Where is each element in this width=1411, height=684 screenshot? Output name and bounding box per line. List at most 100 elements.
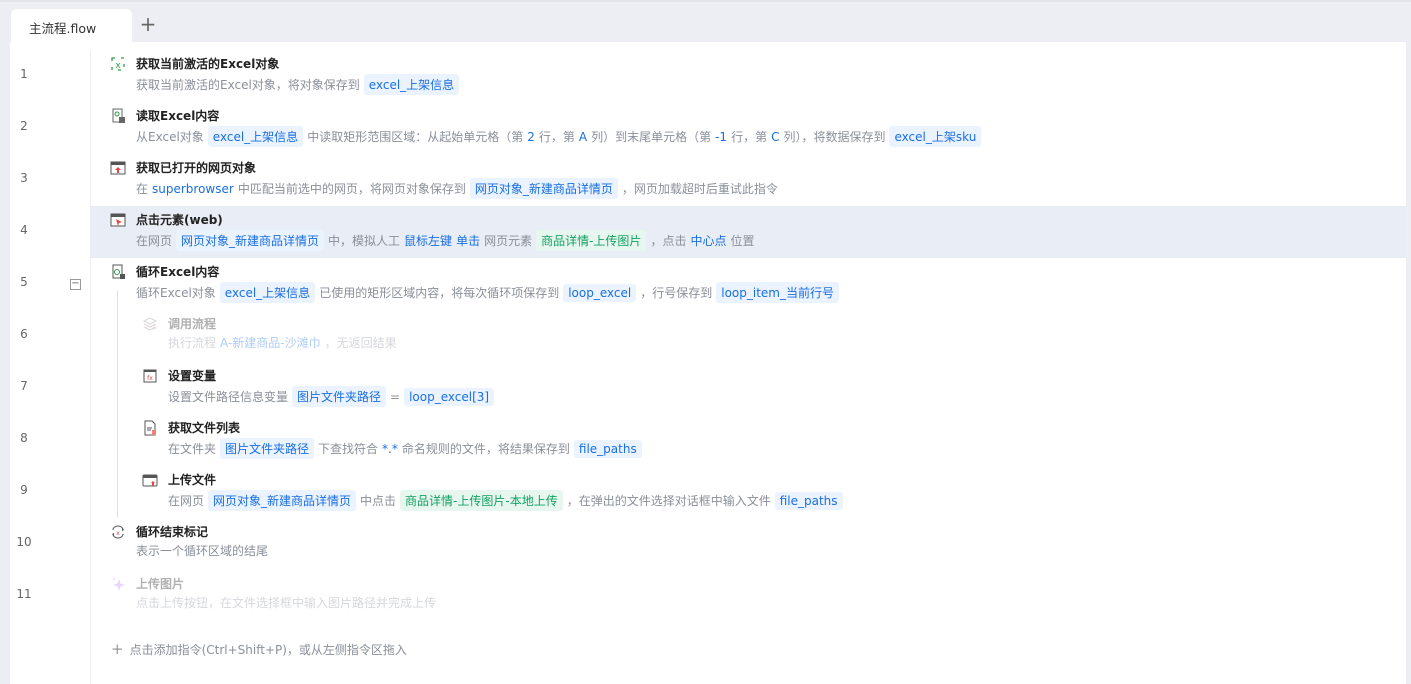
line-number: 6 xyxy=(20,327,28,341)
svg-text:x: x xyxy=(115,61,121,71)
command-description: 在网页 网页对象_新建商品详情页 中，模拟人工 鼠标左键 单击 网页元素 商品详情-上传图片… xyxy=(136,230,754,251)
parameter-value[interactable]: 中心点 xyxy=(690,232,726,249)
line-number: 2 xyxy=(20,119,28,133)
command-description: 从Excel对象 excel_上架信息 中读取矩形范围区域：从起始单元格（第 2 行，第… xyxy=(136,126,982,147)
parameter-value[interactable]: A xyxy=(579,130,587,144)
svg-text:fx: fx xyxy=(147,375,153,382)
variable-chip[interactable]: loop_excel xyxy=(563,283,637,302)
command-description: 表示一个循环区域的结尾 xyxy=(136,542,268,559)
description-text: 设置文件路径信息变量 xyxy=(168,390,289,404)
add-tab-button[interactable]: + xyxy=(138,12,158,36)
line-number: 9 xyxy=(20,483,28,497)
collapse-toggle[interactable]: − xyxy=(70,279,81,290)
file-list-icon xyxy=(144,420,156,436)
line-number: 5 xyxy=(20,275,28,289)
command-description: 获取当前激活的Excel对象，将对象保存到 excel_上架信息 xyxy=(136,74,460,95)
variable-chip[interactable]: 图片文件夹路径 xyxy=(220,438,315,459)
parameter-value[interactable]: 2 xyxy=(527,130,535,144)
description-text: 命名规则的文件，将结果保存到 xyxy=(401,442,570,456)
description-text: 执行流程 xyxy=(168,336,217,350)
description-text: ，网页加载超时后重试此指令 xyxy=(621,182,778,196)
variable-chip[interactable]: file_paths xyxy=(774,491,843,510)
click-element-icon xyxy=(110,213,126,227)
variable-chip[interactable]: excel_上架信息 xyxy=(363,74,460,95)
command-row[interactable]: 11 上传图片 点击上传按钮，在文件选择框中输入图片路径并完成上传 xyxy=(0,570,1406,622)
description-text: 列），将数据保存到 xyxy=(783,130,886,144)
variable-chip[interactable]: excel_上架信息 xyxy=(207,126,304,147)
command-title: 点击元素(web) xyxy=(136,213,223,227)
description-text: 点击上传按钮，在文件选择框中输入图片路径并完成上传 xyxy=(136,596,437,610)
parameter-value[interactable]: 单击 xyxy=(456,232,480,249)
description-text: 列）到末尾单元格（第 xyxy=(591,130,712,144)
description-text: 网页元素 xyxy=(484,234,533,248)
loop-excel-icon xyxy=(112,264,125,279)
parameter-value[interactable]: *.* xyxy=(382,442,398,456)
parameter-value[interactable]: C xyxy=(771,130,779,144)
element-chip[interactable]: 商品详情-上传图片 xyxy=(536,230,647,251)
description-text: ，行号保存到 xyxy=(640,286,713,300)
browser-page-icon xyxy=(110,161,126,175)
add-command-button[interactable]: + 点击添加指令(Ctrl+Shift+P)，或从左侧指令区拖入 xyxy=(111,640,407,658)
description-text: ，点击 xyxy=(650,234,687,248)
description-text: 中读取矩形范围区域：从起始单元格（第 xyxy=(307,130,524,144)
command-row[interactable]: 10 x 循环结束标记 表示一个循环区域的结尾 xyxy=(0,518,1406,570)
set-variable-icon: fx xyxy=(143,369,157,383)
loop-end-icon: x xyxy=(112,525,124,539)
command-row[interactable]: 1 x 获取当前激活的Excel对象获取当前激活的Excel对象，将对象保存到 exc… xyxy=(0,50,1406,102)
command-description: 设置文件路径信息变量 图片文件夹路径 = loop_excel[3] xyxy=(168,386,495,407)
command-description: 循环Excel对象 excel_上架信息 已使用的矩形区域内容，将每次循环项保存到 l… xyxy=(136,282,839,303)
line-number: 11 xyxy=(16,587,32,601)
excel-object-icon: x xyxy=(111,57,125,71)
command-row[interactable]: 7 fx 设置变量 设置文件路径信息变量 图片文件夹路径 = loop_excel[3] xyxy=(0,362,1406,414)
variable-chip[interactable]: 网页对象_新建商品详情页 xyxy=(176,230,325,251)
line-number: 1 xyxy=(20,67,28,81)
command-title: 读取Excel内容 xyxy=(136,109,220,123)
line-number: 7 xyxy=(20,379,28,393)
command-row[interactable]: 8 获取文件列表 在文件夹 图片文件夹路径 下查找符合 *.* 命名规则的文件，将结果保存到… xyxy=(0,414,1406,466)
command-row[interactable]: 2 读取Excel内容 从Excel对象 excel_上架信息 中读取矩形范围区域：从起… xyxy=(0,102,1406,154)
add-command-label: 点击添加指令(Ctrl+Shift+P)，或从左侧指令区拖入 xyxy=(129,643,407,657)
tab-main-flow[interactable]: 主流程.flow xyxy=(11,9,132,42)
variable-chip[interactable]: excel_上架信息 xyxy=(219,282,316,303)
read-excel-icon xyxy=(112,108,125,123)
command-title: 获取文件列表 xyxy=(168,421,241,435)
variable-chip[interactable]: file_paths xyxy=(573,439,642,458)
call-flow-icon xyxy=(142,317,158,331)
description-text: ，无返回结果 xyxy=(324,336,397,350)
command-row[interactable]: 5 − 循环Excel内容 循环Excel对象 excel_上架信息 已使用的矩形区域内容… xyxy=(0,258,1406,310)
variable-chip[interactable]: 网页对象_新建商品详情页 xyxy=(469,178,618,199)
parameter-value[interactable]: 鼠标左键 xyxy=(404,232,452,249)
variable-chip[interactable]: 网页对象_新建商品详情页 xyxy=(208,490,357,511)
description-text: 在文件夹 xyxy=(168,442,217,456)
description-text: 下查找符合 xyxy=(318,442,379,456)
description-text: 在 xyxy=(136,182,149,196)
command-row[interactable]: 6 调用流程 执行流程 A-新建商品-沙滩巾 ，无返回结果 xyxy=(0,310,1406,362)
tab-label: 主流程.flow xyxy=(29,21,97,36)
element-chip[interactable]: 商品详情-上传图片-本地上传 xyxy=(400,490,563,511)
variable-chip[interactable]: loop_item_当前行号 xyxy=(716,282,839,303)
plus-icon: + xyxy=(111,640,124,658)
parameter-value[interactable]: superbrowser xyxy=(152,182,234,196)
line-number: 3 xyxy=(20,171,28,185)
description-text: 行，第 xyxy=(538,130,575,144)
upload-file-icon xyxy=(142,474,158,487)
variable-chip[interactable]: 图片文件夹路径 xyxy=(292,386,387,407)
parameter-value[interactable]: A-新建商品-沙滩巾 xyxy=(220,334,321,351)
description-text: 行，第 xyxy=(731,130,768,144)
description-text: 位置 xyxy=(730,234,755,248)
variable-chip[interactable]: excel_上架sku xyxy=(889,126,982,147)
command-description: 点击上传按钮，在文件选择框中输入图片路径并完成上传 xyxy=(136,594,436,611)
command-row[interactable]: 9 上传文件 在网页 网页对象_新建商品详情页 中点击 商品详情-上传图片-本地上传 ，在弹… xyxy=(0,466,1406,518)
svg-text:x: x xyxy=(116,530,120,537)
description-text: 已使用的矩形区域内容，将每次循环项保存到 xyxy=(319,286,560,300)
ai-sparkle-icon xyxy=(112,577,125,591)
line-number: 10 xyxy=(16,535,32,549)
command-row[interactable]: 4 点击元素(web) 在网页 网页对象_新建商品详情页 中，模拟人工 鼠标左键 单击 网页元… xyxy=(0,206,1406,258)
parameter-value[interactable]: -1 xyxy=(715,130,727,144)
top-border xyxy=(0,0,1411,2)
command-title: 获取当前激活的Excel对象 xyxy=(136,57,280,71)
variable-chip[interactable]: loop_excel[3] xyxy=(404,387,495,406)
description-text: = xyxy=(390,389,401,404)
description-text: 从Excel对象 xyxy=(136,130,204,144)
command-row[interactable]: 3 获取已打开的网页对象在 superbrowser 中匹配当前选中的网页，将网页对象… xyxy=(0,154,1406,206)
